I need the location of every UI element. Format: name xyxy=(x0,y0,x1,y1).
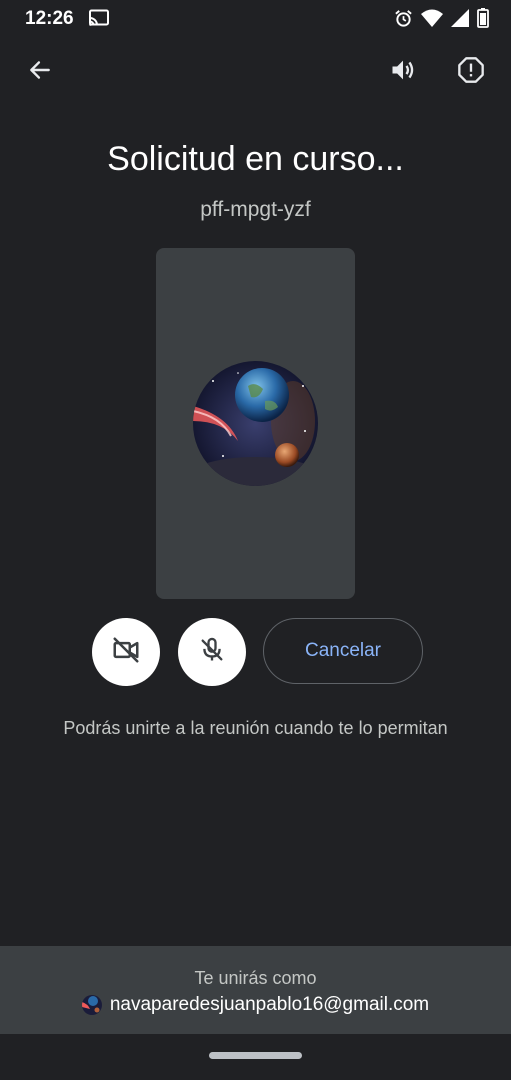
audio-output-button[interactable] xyxy=(383,52,423,92)
signal-icon xyxy=(451,9,469,27)
speaker-icon xyxy=(389,56,417,89)
back-arrow-icon xyxy=(27,57,53,88)
video-off-icon xyxy=(111,635,141,670)
back-button[interactable] xyxy=(20,52,60,92)
report-icon xyxy=(457,56,485,89)
home-gesture-handle[interactable] xyxy=(209,1052,302,1059)
status-time: 12:26 xyxy=(25,8,74,29)
page-title: Solicitud en curso... xyxy=(107,140,404,178)
battery-icon xyxy=(477,8,489,28)
alarm-icon xyxy=(394,9,413,28)
cancel-button[interactable]: Cancelar xyxy=(263,618,423,684)
mic-off-icon xyxy=(198,636,226,669)
account-row: navaparedesjuanpablo16@gmail.com xyxy=(0,994,511,1016)
account-avatar xyxy=(81,995,102,1015)
account-email: navaparedesjuanpablo16@gmail.com xyxy=(109,994,430,1015)
navigation-bar xyxy=(0,1034,511,1080)
join-as-panel: Te unirás como navaparedesjuanpablo16@gm… xyxy=(0,946,511,1034)
waiting-message: Podrás unirte a la reunión cuando te lo … xyxy=(63,718,448,738)
status-bar: 12:26 xyxy=(0,0,511,38)
cast-icon xyxy=(88,9,110,27)
report-problem-button[interactable] xyxy=(451,52,491,92)
user-avatar xyxy=(193,361,318,486)
microphone-toggle-button[interactable] xyxy=(178,618,246,686)
join-as-label: Te unirás como xyxy=(194,968,317,988)
meeting-code: pff-mpgt-yzf xyxy=(200,198,311,221)
wifi-icon xyxy=(421,9,443,27)
camera-toggle-button[interactable] xyxy=(92,618,160,686)
